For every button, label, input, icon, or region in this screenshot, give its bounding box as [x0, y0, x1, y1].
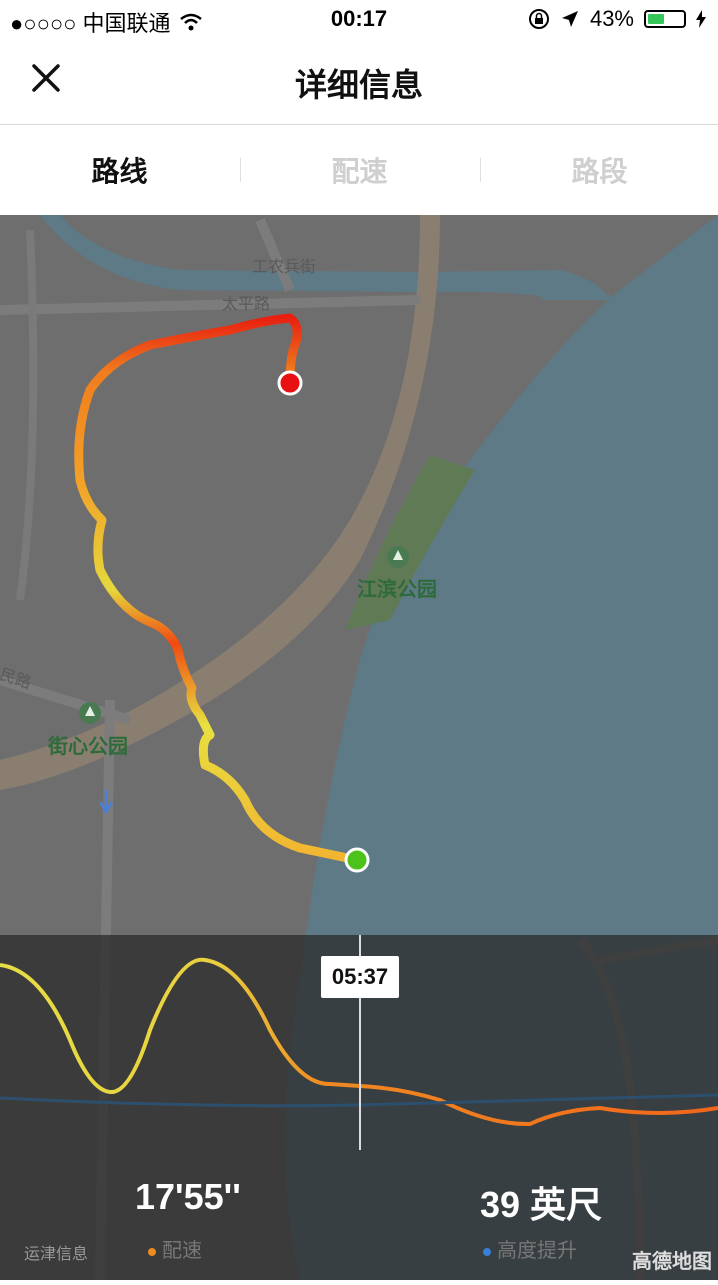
- battery-percent: 43%: [589, 6, 634, 31]
- status-right: 43%: [528, 6, 706, 32]
- status-bar: ●○○○○ 中国联通 00:17 43%: [0, 0, 718, 40]
- map-provider-logo: 高德地图: [632, 1251, 712, 1273]
- map-info-label: 运津信息: [24, 1246, 89, 1263]
- tab-bar: 路线 配速 路段: [0, 125, 718, 215]
- park-pin-icon: [387, 546, 409, 568]
- nav-bar: 详细信息: [0, 40, 718, 125]
- tab-route[interactable]: 路线: [0, 125, 239, 215]
- battery-icon: [644, 10, 686, 28]
- elevation-label-group: 高度提升: [483, 1234, 577, 1263]
- elevation-legend-dot: [483, 1247, 491, 1256]
- start-marker: [344, 847, 370, 873]
- page-title: 详细信息: [294, 67, 423, 103]
- time-marker-badge: 05:37: [321, 956, 399, 998]
- end-marker: [277, 370, 303, 396]
- pace-legend-dot: [148, 1247, 156, 1256]
- pace-label: 配速: [162, 1240, 202, 1262]
- location-arrow-icon: [561, 11, 578, 27]
- pace-label-group: 配速: [148, 1234, 202, 1263]
- rotation-lock-icon: [528, 9, 549, 29]
- park-label: 街心公园: [48, 736, 128, 758]
- tab-segments[interactable]: 路段: [480, 125, 718, 215]
- tab-pace[interactable]: 配速: [240, 125, 479, 215]
- road-label: 太平路: [222, 296, 271, 313]
- charging-icon: [696, 10, 706, 28]
- elevation-value: 39 英尺: [480, 1184, 603, 1225]
- park-pin-icon: [79, 702, 101, 724]
- pace-value: 17'55'': [135, 1176, 241, 1217]
- elevation-label: 高度提升: [497, 1240, 577, 1262]
- road-label: 工农兵街: [252, 259, 317, 276]
- park-label: 江滨公园: [357, 579, 437, 601]
